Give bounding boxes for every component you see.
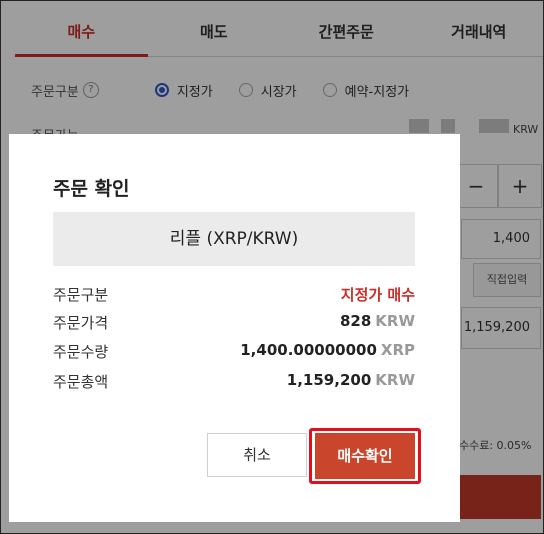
summary-row-quantity: 주문수량 1,400.00000000 XRP [53, 341, 415, 365]
summary-row-total: 주문총액 1,159,200 KRW [53, 371, 415, 395]
row-label: 주문가격 [53, 314, 109, 332]
row-label: 주문구분 [53, 286, 109, 304]
row-value: 828 KRW [339, 312, 415, 330]
row-label: 주문총액 [53, 373, 109, 391]
row-value: 1,159,200 KRW [286, 371, 415, 389]
row-value: 1,400.00000000 XRP [240, 341, 415, 359]
unit-label: XRP [380, 341, 415, 359]
pair-name: 리플 (XRP/KRW) [53, 212, 415, 266]
summary-row-order-type: 주문구분 지정가 매수 [53, 284, 415, 308]
row-label: 주문수량 [53, 343, 109, 361]
row-value: 지정가 매수 [340, 286, 415, 304]
unit-label: KRW [375, 312, 415, 330]
unit-label: KRW [375, 371, 415, 389]
confirm-buy-button[interactable]: 매수확인 [315, 433, 415, 479]
order-panel: 매수 매도 간편주문 거래내역 주문구분 ? 지정가 시장가 예약-지정가 주문… [0, 0, 544, 534]
summary-row-price: 주문가격 828 KRW [53, 312, 415, 336]
cancel-button[interactable]: 취소 [207, 433, 307, 477]
dialog-title: 주문 확인 [53, 178, 130, 200]
order-confirm-dialog: 주문 확인 리플 (XRP/KRW) 주문구분 지정가 매수 주문가격 828 K… [9, 134, 460, 522]
